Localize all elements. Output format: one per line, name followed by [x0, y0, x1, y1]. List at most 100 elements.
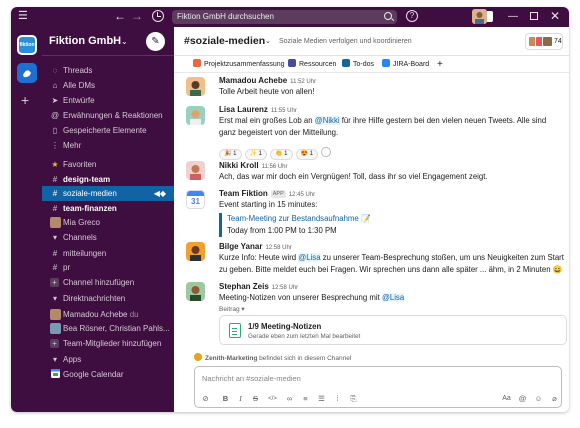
message-time[interactable]: 12:58 Uhr	[265, 245, 291, 251]
event-card: Team-Meeting zur Bestandsaufnahme 📝 Toda…	[219, 213, 371, 237]
bookmark-projektzusammenfassung[interactable]: Projektzusammenfassung	[193, 56, 285, 73]
close-icon[interactable]: ✕	[550, 9, 560, 23]
message-author[interactable]: Mamadou Achebe	[219, 76, 287, 85]
message-author[interactable]: Bilge Yanar	[219, 242, 262, 251]
message-text: Event starting in 15 minutes:	[219, 200, 318, 209]
add-workspace-icon[interactable]: +	[21, 93, 29, 107]
workspace-second[interactable]	[17, 63, 37, 83]
bullet-list-icon[interactable]: ☰	[316, 394, 327, 404]
attachment-icon[interactable]: ⌀	[549, 394, 560, 404]
contribution-dropdown[interactable]: Beitrag ▾	[219, 305, 245, 314]
mention-icon[interactable]: @	[517, 394, 528, 404]
sidebar-app-google-calendar[interactable]: Google Calendar	[42, 367, 174, 382]
external-org-name[interactable]: Zenith-Marketing	[205, 355, 257, 362]
favorites-section-header[interactable]: ★ Favoriten	[42, 157, 174, 172]
sidebar-channel-pr[interactable]: # pr	[42, 260, 174, 275]
back-arrow-icon[interactable]: ←	[114, 10, 126, 23]
message-author[interactable]: Lisa Laurenz	[219, 105, 268, 114]
sidebar-channel-mitteilungen[interactable]: # mitteilungen	[42, 246, 174, 261]
strikethrough-icon[interactable]: S	[250, 394, 261, 404]
compose-icon[interactable]: ✎	[146, 32, 165, 51]
avatar	[50, 309, 61, 320]
workspace-header[interactable]: Fiktion GmbH ⌄ ✎	[42, 27, 174, 56]
bookmark-jira-board[interactable]: JIRA-Board	[382, 56, 429, 73]
sidebar-dm-mamadou[interactable]: Mamadou Achebe du	[42, 307, 174, 322]
sidebar-dm-group[interactable]: Bea Rösner, Christian Pahls...	[42, 321, 174, 336]
avatar[interactable]	[186, 282, 205, 301]
blockquote-icon[interactable]: ⁞	[332, 394, 343, 404]
reaction-pill[interactable]: ✨ 1	[244, 149, 267, 160]
add-bookmark-icon[interactable]: +	[437, 56, 443, 73]
sidebar-item-more[interactable]: ⋮ Mehr	[42, 138, 174, 153]
reaction-pill[interactable]: 👏 1	[270, 149, 293, 160]
message-author[interactable]: Nikki Kroll	[219, 161, 259, 170]
reaction-pill[interactable]: 😍 1	[295, 149, 318, 160]
avatar[interactable]	[186, 242, 205, 261]
message-time[interactable]: 11:55 Uhr	[271, 108, 297, 114]
message-time[interactable]: 11:52 Uhr	[290, 79, 316, 85]
event-title[interactable]: Team-Meeting zur Bestandsaufnahme 📝	[227, 213, 371, 225]
italic-icon[interactable]: I	[235, 394, 246, 404]
sidebar-item-dms[interactable]: ⌂ Alle DMs	[42, 78, 174, 93]
member-list-button[interactable]: 74	[525, 33, 563, 50]
user-mention[interactable]: @Lisa	[381, 293, 405, 302]
forward-arrow-icon[interactable]: →	[131, 10, 143, 23]
search-bar[interactable]: Fiktion GmbH durchsuchen	[172, 10, 397, 24]
message-time[interactable]: 12:58 Uhr	[272, 285, 298, 291]
calendar-app-icon[interactable]: 31	[186, 190, 205, 209]
sidebar-channel-soziale-medien[interactable]: # soziale-medien ◀◆	[42, 186, 174, 201]
user-mention[interactable]: @Lisa	[298, 253, 321, 262]
numbered-list-icon[interactable]: ≡	[300, 394, 311, 404]
channels-section-header[interactable]: ▾ Channels	[42, 230, 174, 245]
add-members-button[interactable]: + Team-Mitglieder hinzufügen	[42, 336, 174, 351]
workspace-fiktion[interactable]: fiktion	[17, 35, 37, 55]
sidebar-channel-design-team[interactable]: # design-team	[42, 172, 174, 187]
maximize-icon[interactable]	[530, 12, 538, 20]
sidebar-item-drafts[interactable]: ➤ Entwürfe	[42, 93, 174, 108]
channel-name[interactable]: #soziale-medien	[184, 35, 265, 48]
message-author[interactable]: Team Fiktion	[219, 189, 268, 198]
canvas-card[interactable]: 1/9 Meeting-Notizen Gerade eben zum letz…	[219, 315, 567, 345]
workspace-name[interactable]: Fiktion GmbH	[49, 35, 121, 48]
message-time[interactable]: 12:45 Uhr	[289, 192, 315, 198]
sidebar-channel-team-finanzen[interactable]: # team-finanzen	[42, 201, 174, 216]
text-format-icon[interactable]: Aa	[501, 394, 512, 404]
apps-section-header[interactable]: ▾ Apps	[42, 352, 174, 367]
sidebar-item-saved[interactable]: ▯ Gespeicherte Elemente	[42, 123, 174, 138]
reaction-pill[interactable]: 🎉 1	[219, 149, 242, 160]
caret-down-icon: ▾	[52, 355, 57, 364]
history-icon[interactable]	[152, 10, 164, 22]
broadcast-icon: ◀◆	[153, 189, 166, 198]
add-channel-button[interactable]: + Channel hinzufügen	[42, 275, 174, 290]
user-mention[interactable]: @Nikki	[314, 116, 340, 125]
link-icon[interactable]: ∞	[284, 394, 295, 404]
message-time[interactable]: 11:56 Uhr	[262, 164, 288, 170]
user-avatar[interactable]	[472, 9, 487, 24]
emoji-icon[interactable]: ☺	[533, 394, 544, 404]
hamburger-menu-icon[interactable]: ☰	[18, 10, 28, 23]
bold-icon[interactable]: B	[220, 394, 231, 404]
avatar[interactable]	[186, 77, 205, 96]
chevron-down-icon[interactable]: ⌄	[265, 35, 271, 48]
channel-header: #soziale-medien ⌄ Soziale Medien verfolg…	[174, 27, 569, 56]
avatar[interactable]	[186, 106, 205, 125]
message-author[interactable]: Stephan Zeis	[219, 282, 269, 291]
avatar[interactable]	[186, 161, 205, 180]
sidebar-item-mentions[interactable]: @ Erwähnungen & Reaktionen	[42, 108, 174, 123]
help-icon[interactable]: ?	[406, 10, 418, 22]
chevron-down-icon: ⌄	[121, 37, 128, 46]
minimize-icon[interactable]: —	[508, 10, 518, 23]
add-reaction-icon[interactable]	[321, 147, 331, 157]
code-block-icon[interactable]: ⎘	[348, 394, 359, 404]
channel-topic[interactable]: Soziale Medien verfolgen und koordiniere…	[279, 37, 412, 47]
message-input[interactable]	[195, 367, 561, 389]
attach-icon[interactable]: ⊘	[200, 394, 211, 404]
sidebar-dm-mia-greco[interactable]: Mia Greco	[42, 215, 174, 230]
sidebar-item-threads[interactable]: ◌ Threads	[42, 63, 174, 78]
bookmark-todos[interactable]: To-dos	[342, 56, 374, 73]
bookmark-ressourcen[interactable]: Ressourcen	[288, 56, 336, 73]
code-icon[interactable]: </>	[267, 394, 278, 404]
dms-section-header[interactable]: ▾ Direktnachrichten	[42, 291, 174, 306]
checklist-icon	[342, 59, 350, 67]
external-org-note: Zenith-Marketing befindet sich in diesem…	[194, 353, 351, 363]
